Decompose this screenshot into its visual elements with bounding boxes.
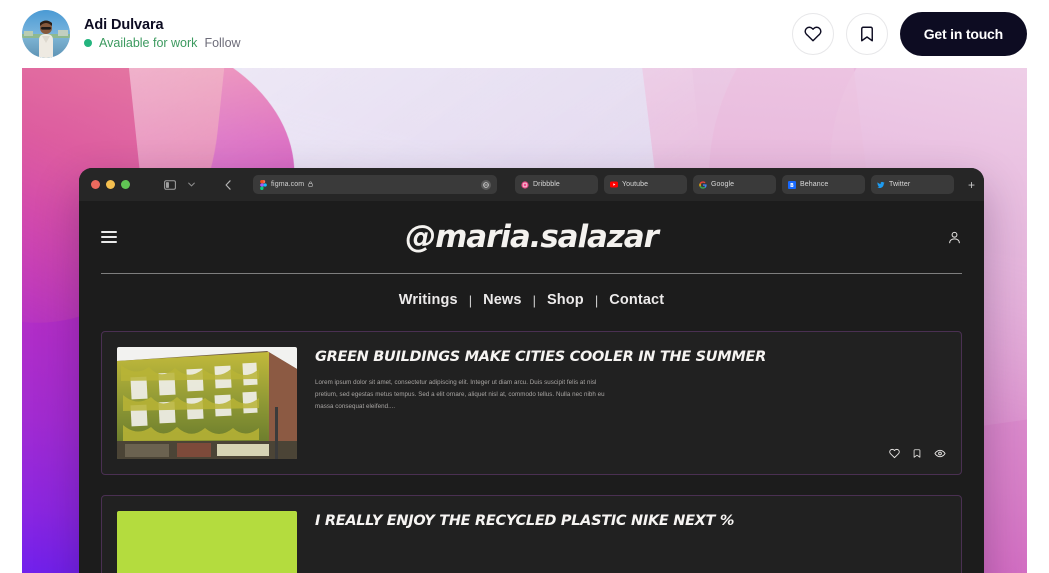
like-button[interactable] [791,13,834,55]
heart-icon [804,25,822,43]
nav-item-news[interactable]: News [483,292,521,308]
article-card[interactable]: I REALLY ENJOY THE RECYCLED PLASTIC NIKE… [101,495,962,573]
chevron-down-icon[interactable] [188,182,195,187]
availability-label: Available for work [99,35,198,50]
site-header-bar: @maria.salazar [101,201,962,273]
website-page: @maria.salazar Writings | News | Shop | … [79,201,984,573]
shot-canvas: figma.com Dribbble Youtube Google B Beha… [22,68,1027,573]
minimize-window-icon[interactable] [106,180,115,189]
new-tab-button[interactable]: + [968,179,975,191]
article-title[interactable]: GREEN BUILDINGS MAKE CITIES COOLER IN TH… [315,349,946,367]
browser-tab[interactable]: B Behance [781,175,865,194]
browser-toolbar: figma.com Dribbble Youtube Google B Beha… [79,168,984,201]
hamburger-menu-icon[interactable] [101,231,117,243]
chevron-left-icon[interactable] [225,179,231,190]
browser-window-mockup: figma.com Dribbble Youtube Google B Beha… [79,168,984,573]
article-body: GREEN BUILDINGS MAKE CITIES COOLER IN TH… [315,347,946,459]
heart-icon[interactable] [889,448,900,459]
browser-tab[interactable]: Dribbble [514,175,598,194]
author-status-row: Available for work Follow [84,35,241,51]
youtube-icon [609,181,618,189]
article-thumbnail [117,347,297,459]
browser-tab[interactable]: Google [692,175,776,194]
author-meta: Adi Dulvara Available for work Follow [84,17,241,51]
author-name[interactable]: Adi Dulvara [84,17,241,34]
article-actions [889,448,946,459]
browser-tab[interactable]: Youtube [603,175,687,194]
article-card[interactable]: GREEN BUILDINGS MAKE CITIES COOLER IN TH… [101,331,962,475]
extension-icon[interactable] [480,179,491,190]
avatar[interactable] [22,10,70,58]
browser-tab-label: Youtube [621,181,649,188]
address-bar[interactable]: figma.com [253,175,497,194]
header-divider [101,273,962,274]
twitter-icon [877,181,885,189]
article-title[interactable]: I REALLY ENJOY THE RECYCLED PLASTIC NIKE… [315,513,946,531]
browser-tab-label: Twitter [888,181,911,188]
nav-item-shop[interactable]: Shop [547,292,584,308]
eye-icon[interactable] [934,448,946,459]
browser-tab-label: Dribbble [532,181,560,188]
sidebar-toggle-icon[interactable] [164,179,176,190]
site-nav: Writings | News | Shop | Contact [101,274,962,308]
browser-tab-strip: Dribbble Youtube Google B Behance Twitte… [514,175,975,194]
lime-green-block [117,511,297,573]
article-excerpt: Lorem ipsum dolor sit amet, consectetur … [315,378,605,411]
site-brand-logo: @maria.salazar [405,219,659,255]
nav-item-contact[interactable]: Contact [609,292,664,308]
article-body: I REALLY ENJOY THE RECYCLED PLASTIC NIKE… [315,511,946,573]
behance-icon: B [787,180,796,189]
lock-icon [308,181,313,189]
save-button[interactable] [845,13,888,55]
article-thumbnail [117,511,297,573]
maximize-window-icon[interactable] [121,180,130,189]
bookmark-icon[interactable] [912,448,922,459]
figma-icon [259,179,267,190]
author-block[interactable]: Adi Dulvara Available for work Follow [22,10,241,58]
nav-item-writings[interactable]: Writings [399,292,458,308]
browser-tab[interactable]: Twitter [870,175,954,194]
user-account-icon[interactable] [947,230,962,245]
dribbble-icon [521,180,529,189]
svg-text:B: B [790,182,794,188]
shot-header: Adi Dulvara Available for work Follow Ge… [0,0,1049,68]
availability-dot [84,39,92,48]
nav-separator: | [594,292,599,308]
browser-tab-label: Behance [799,181,829,188]
nav-separator: | [532,292,536,308]
bookmark-icon [858,25,876,43]
google-icon [699,180,707,189]
get-in-touch-button[interactable]: Get in touch [899,12,1027,56]
nav-separator: | [468,292,473,308]
follow-button[interactable]: Follow [204,36,240,51]
header-actions: Get in touch [791,12,1027,56]
window-traffic-lights[interactable] [88,180,130,189]
browser-tab-label: Google [710,181,735,188]
article-list: GREEN BUILDINGS MAKE CITIES COOLER IN TH… [101,331,962,573]
address-url: figma.com [271,181,305,188]
close-window-icon[interactable] [91,180,100,189]
